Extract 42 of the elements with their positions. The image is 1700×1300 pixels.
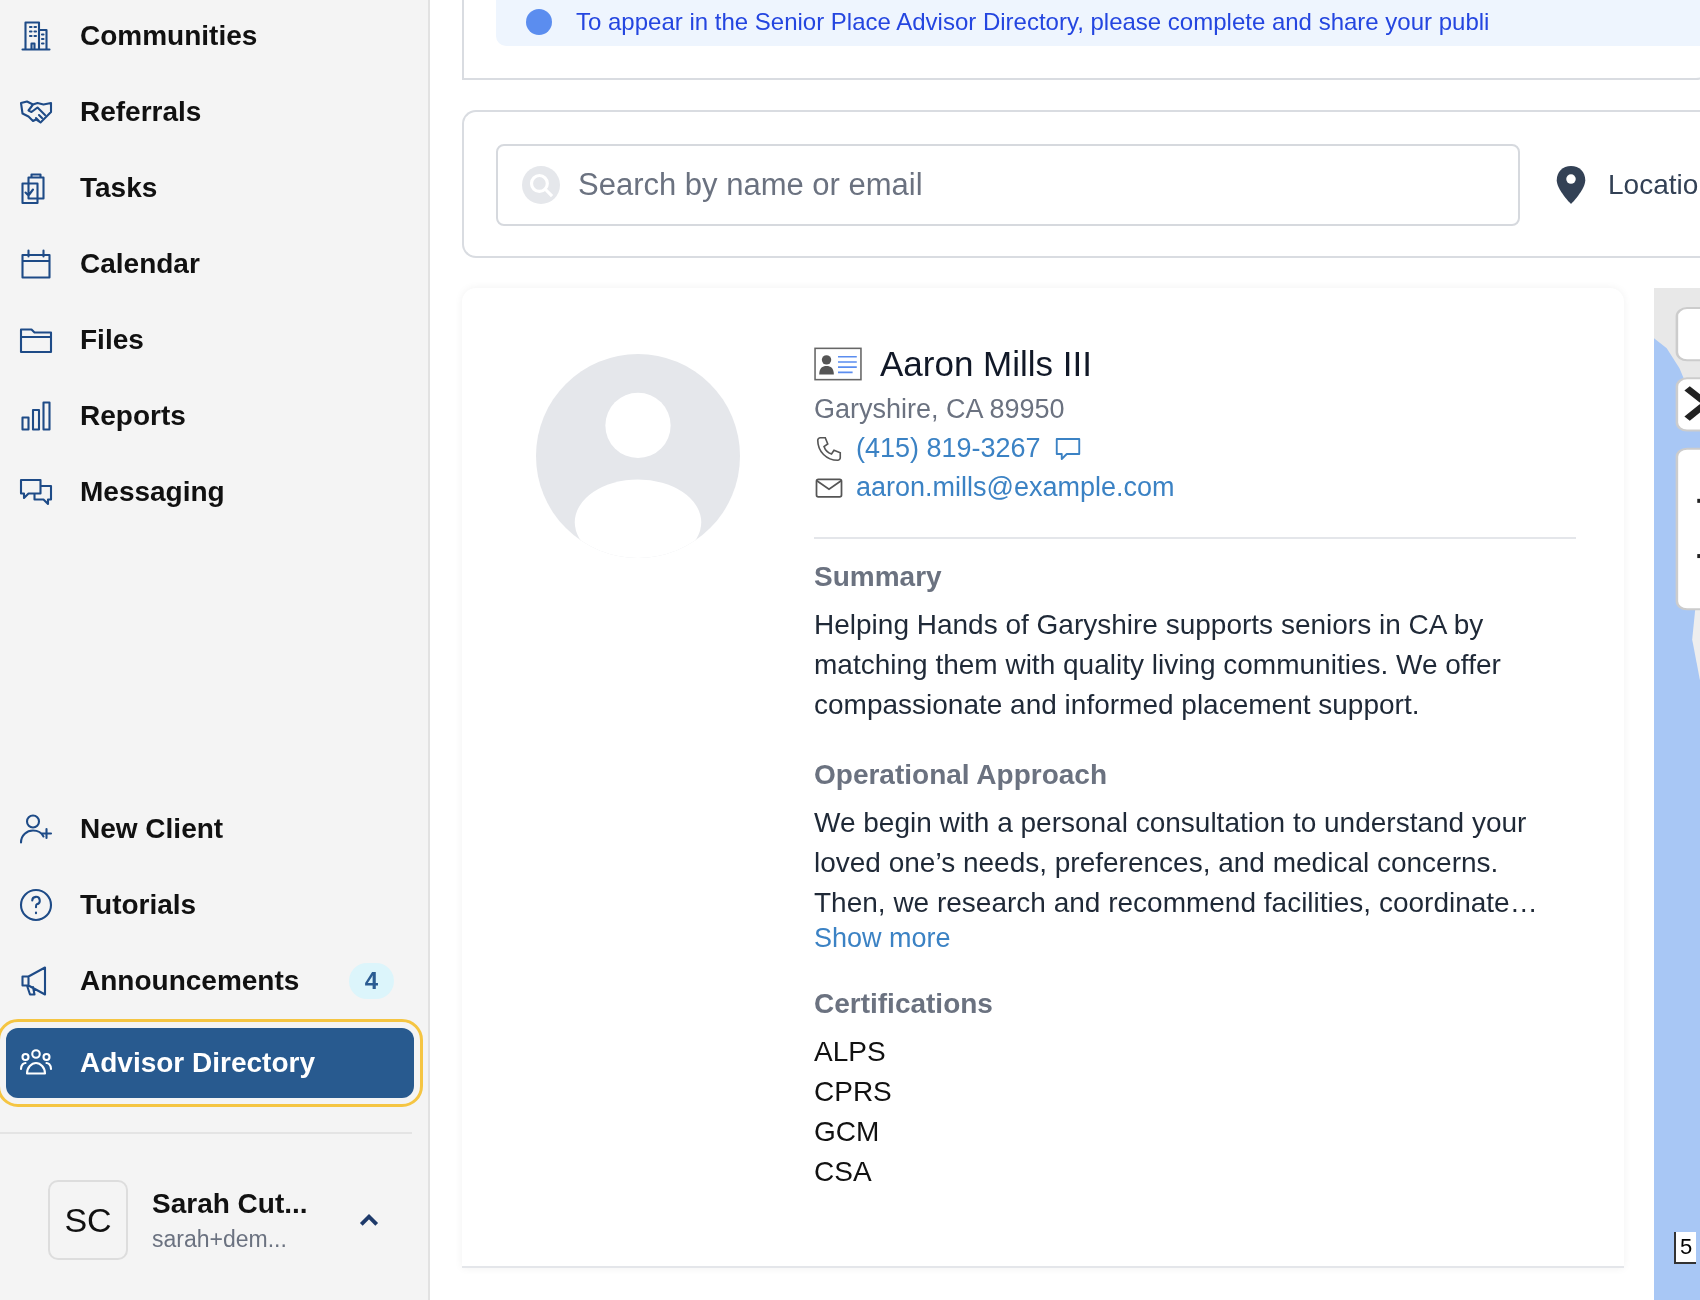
building-icon [18,18,54,54]
nav-item[interactable]: Calendar [0,235,412,293]
info-icon [526,9,552,35]
certification-item: ALPS [814,1035,887,1069]
user-avatar: SC [48,1180,128,1260]
count-badge: 4 [348,963,394,999]
search-icon [522,166,560,204]
nav-item[interactable]: Files [0,311,412,369]
section-text: We begin with a personal consultation to understand your loved one’s needs, preferences, and medical concerns. Then, we research and recommend facilities, coordinate… [814,806,1539,920]
search-field[interactable]: Search by name or email [496,144,1520,226]
section-text: Helping Hands of Garyshire supports seniors in CA by matching them with quality living communities. We offer compassionate and informed placement support. [814,608,1502,722]
phone-link[interactable]: (415) 819-3267 [856,433,1041,464]
nav-item[interactable]: New Client [0,800,412,858]
nav-item[interactable]: Reports [0,387,412,445]
question-circle-icon [18,887,54,923]
calendar-icon [18,246,54,282]
section-heading: Summary [814,561,943,593]
location-filter[interactable]: Locatio [1608,169,1699,201]
certification-item: CSA [814,1155,873,1189]
nav-item[interactable]: Communities [0,7,412,65]
nav-item[interactable]: Tutorials [0,876,412,934]
nav-item[interactable]: Referrals [0,83,412,141]
certification-item: GCM [814,1115,881,1149]
avatar-placeholder-icon [536,354,740,558]
nav-item[interactable]: Messaging [0,463,412,521]
user-name: Sarah Cut... [152,1187,309,1220]
nav-item[interactable]: Tasks [0,159,412,217]
show-more-link[interactable]: Show more [814,923,951,954]
section-heading: Certifications [814,988,994,1020]
email-link[interactable]: aaron.mills@example.com [856,472,1175,503]
user-email: sarah+dem... [152,1225,288,1253]
notice-text: To appear in the Senior Place Advisor Directory, please complete and share your publi [576,8,1490,36]
nav-item[interactable]: Announcements 4 [0,952,412,1010]
map-scale: 5 [1674,1232,1697,1264]
chevron-up-icon[interactable] [358,1212,380,1228]
certification-item: CPRS [814,1075,893,1109]
section-heading: Operational Approach [814,759,1108,791]
contact-card-icon [814,347,862,381]
bar-chart-icon [18,398,54,434]
advisor-name: Aaron Mills III [880,344,1092,384]
advisor-address: Garyshire, CA 89950 [814,394,1066,425]
map-pin-icon [1556,166,1586,204]
